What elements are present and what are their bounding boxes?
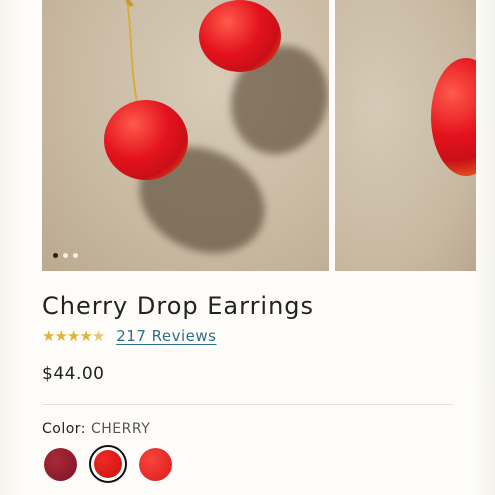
swatch-dark-red[interactable] (44, 447, 77, 481)
cherry-bead (104, 100, 188, 180)
product-image-gallery[interactable] (42, 0, 482, 271)
star-rating: ★ ★ ★ ★ ★ (42, 327, 105, 345)
star-icon: ★ (42, 327, 55, 345)
pagination-dot-2[interactable] (63, 253, 68, 258)
color-selected-value: CHERRY (90, 421, 151, 437)
swatch-cherry-fill (94, 450, 122, 478)
left-edge (0, 0, 22, 495)
color-selector-label: Color: CHERRY (42, 421, 150, 437)
product-rating[interactable]: ★ ★ ★ ★ ★ 217 Reviews (42, 327, 217, 345)
color-label: Color: (42, 421, 87, 437)
product-image-main[interactable] (42, 0, 329, 271)
product-title: Cherry Drop Earrings (42, 292, 315, 320)
gallery-pagination[interactable] (53, 253, 78, 258)
product-image-secondary[interactable] (335, 0, 476, 271)
star-icon: ★ (54, 327, 67, 345)
star-icon: ★ (66, 327, 80, 345)
color-swatches (44, 445, 172, 483)
half-star-icon: ★ (91, 327, 105, 345)
reviews-link[interactable]: 217 Reviews (116, 327, 216, 345)
cherry-bead (431, 58, 476, 176)
divider (42, 404, 453, 405)
cherry-bead (199, 0, 281, 72)
product-price: $44.00 (42, 364, 105, 384)
pagination-dot-1[interactable] (53, 253, 58, 258)
star-icon: ★ (79, 327, 92, 345)
swatch-cherry[interactable] (89, 445, 127, 483)
pagination-dot-3[interactable] (73, 253, 78, 258)
swatch-red[interactable] (139, 447, 172, 481)
